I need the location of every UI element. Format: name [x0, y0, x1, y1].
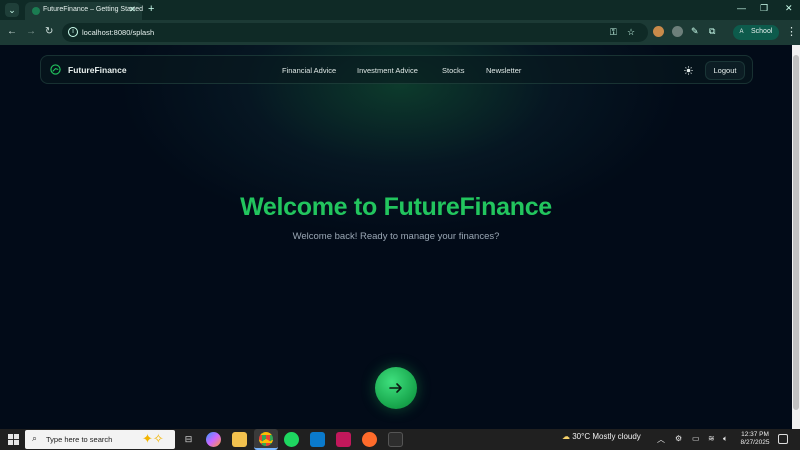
brand-name[interactable]: FutureFinance [68, 65, 127, 75]
forward-arrow-icon[interactable]: → [26, 26, 36, 38]
new-tab-button[interactable]: + [148, 3, 154, 15]
hero-title: Welcome to FutureFinance [240, 193, 552, 221]
tab-close-icon[interactable]: ✕ [129, 5, 136, 14]
browser-tab-strip: ⌄ FutureFinance – Getting Started ✕ + — … [0, 0, 800, 20]
app-navbar: FutureFinance Financial Advice Investmen… [40, 55, 753, 84]
active-tab[interactable]: FutureFinance – Getting Started ✕ [25, 2, 143, 20]
arrow-right-icon [389, 383, 402, 393]
brand-logo-icon [50, 64, 61, 75]
clock-time: 12:37 PM [741, 431, 769, 438]
profile-avatar: A [739, 29, 744, 35]
file-explorer-icon[interactable] [232, 432, 247, 447]
taskbar-search[interactable]: ⌕ Type here to search ✦✧ [25, 430, 175, 449]
windows-start-icon[interactable] [8, 434, 19, 445]
page-scrollbar[interactable] [792, 45, 800, 429]
spotify-icon[interactable] [284, 432, 299, 447]
cloud-sun-icon: ☁ [562, 432, 570, 441]
windows-taskbar: ⌕ Type here to search ✦✧ ⊟ ☁ 30°C Mostly… [0, 429, 800, 450]
reload-icon[interactable]: ↻ [45, 26, 53, 38]
tray-app-icon[interactable]: ⚙ [675, 434, 682, 443]
favicon-icon [32, 7, 40, 15]
jetbrains-icon[interactable] [336, 432, 351, 447]
tab-search-button[interactable]: ⌄ [5, 3, 19, 17]
minimize-button[interactable]: — [737, 3, 746, 13]
bookmark-star-icon[interactable]: ☆ [627, 27, 635, 38]
restore-button[interactable]: ❐ [760, 3, 768, 14]
continue-arrow-button[interactable] [375, 367, 417, 409]
clock-date: 8/27/2025 [740, 439, 770, 446]
site-info-icon[interactable]: i [68, 27, 78, 37]
profile-chip[interactable]: A School [733, 25, 779, 40]
extension-cookie-icon[interactable] [653, 26, 664, 37]
url-text[interactable]: localhost:8080/splash [82, 28, 154, 37]
vscode-icon[interactable] [310, 432, 325, 447]
close-window-button[interactable]: ✕ [785, 3, 793, 14]
back-arrow-icon[interactable]: ← [7, 26, 17, 38]
nav-link-investment-advice[interactable]: Investment Advice [357, 66, 418, 75]
tray-overflow-icon[interactable]: ︿ [657, 434, 665, 445]
volume-icon[interactable]: 🔈︎ [723, 434, 728, 444]
copilot-app-icon[interactable] [206, 432, 221, 447]
notification-icon[interactable] [778, 434, 788, 444]
extension-circle-icon[interactable] [672, 26, 683, 37]
weather-text: 30°C Mostly cloudy [572, 432, 641, 441]
search-icon: ⌕ [32, 433, 38, 443]
extensions-puzzle-icon[interactable]: ⧉ [709, 26, 720, 37]
password-key-icon[interactable]: ⚿ [610, 27, 617, 38]
theme-toggle-sun-icon[interactable] [681, 63, 696, 78]
weather-widget[interactable]: ☁ 30°C Mostly cloudy [562, 432, 641, 441]
battery-icon[interactable]: ▭ [692, 434, 700, 443]
page-viewport: FutureFinance Financial Advice Investmen… [0, 45, 800, 429]
hero-subtitle: Welcome back! Ready to manage your finan… [292, 231, 500, 242]
nav-link-financial-advice[interactable]: Financial Advice [282, 66, 336, 75]
chrome-app-icon[interactable] [254, 429, 278, 450]
nav-link-stocks[interactable]: Stocks [442, 66, 465, 75]
search-placeholder: Type here to search [46, 435, 113, 444]
wifi-icon[interactable]: ≋ [708, 434, 715, 443]
app-box-icon[interactable] [388, 432, 403, 447]
browser-menu-icon[interactable]: ⋮ [786, 25, 797, 38]
browser-toolbar: ← → ↻ i localhost:8080/splash ⚿ ☆ ✎ ⧉ A … [0, 20, 800, 45]
profile-label: School [751, 28, 773, 35]
scrollbar-thumb[interactable] [793, 55, 799, 410]
nav-link-newsletter[interactable]: Newsletter [486, 66, 521, 75]
task-view-icon[interactable]: ⊟ [181, 432, 196, 447]
tab-title: FutureFinance – Getting Started [43, 6, 143, 13]
extension-pen-icon[interactable]: ✎ [691, 26, 702, 37]
copilot-sparkle-icon: ✦✧ [142, 431, 164, 446]
postman-icon[interactable] [362, 432, 377, 447]
taskbar-clock[interactable]: 12:37 PM 8/27/2025 [739, 431, 771, 447]
address-bar[interactable]: i localhost:8080/splash ⚿ ☆ [62, 23, 648, 42]
logout-button[interactable]: Logout [705, 61, 745, 80]
chrome-logo-icon [259, 432, 273, 446]
